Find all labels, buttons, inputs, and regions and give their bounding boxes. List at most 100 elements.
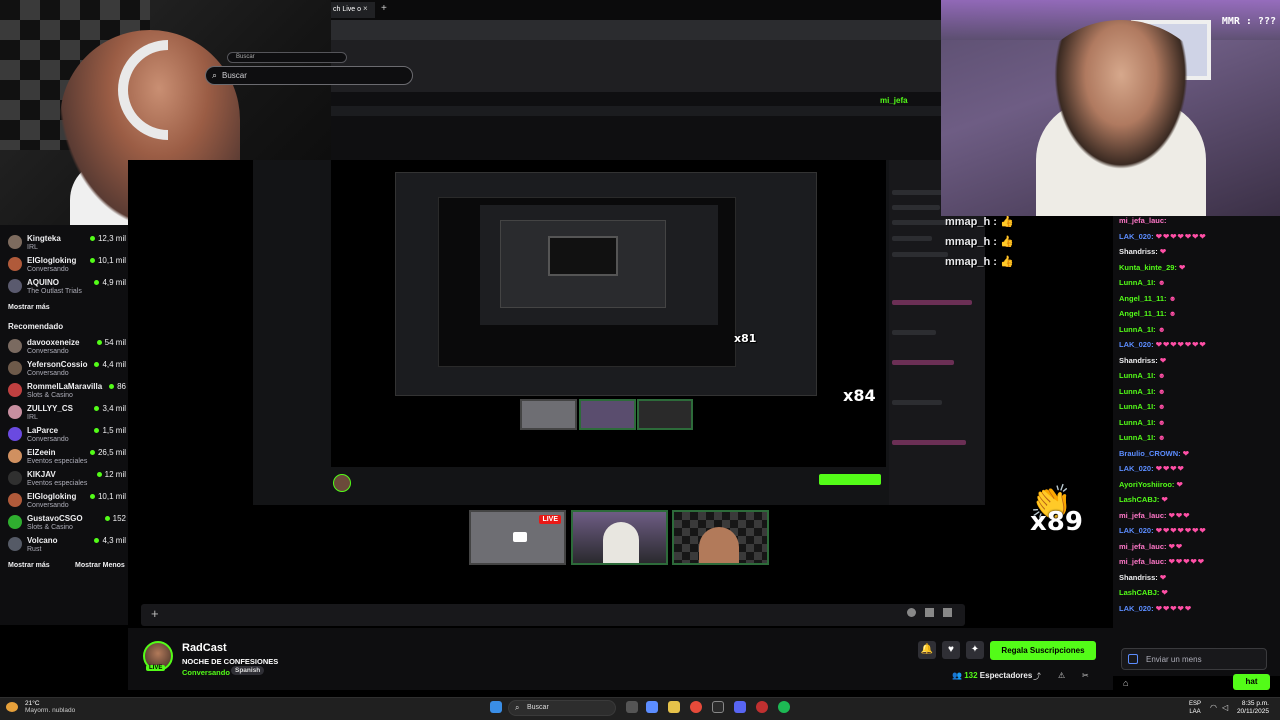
- sidebar-channel[interactable]: ElZeein Eventos especiales 26,5 mil: [8, 447, 126, 469]
- chat-username[interactable]: Angel_11_11:: [1119, 309, 1167, 318]
- sidebar-channel[interactable]: KIKJAV Eventos especiales 12 mil: [8, 469, 126, 491]
- chat-input[interactable]: Enviar un mens: [1121, 648, 1267, 670]
- channel-avatar: [8, 471, 22, 485]
- clock[interactable]: 8:35 p.m. 20/11/2025: [1237, 700, 1269, 716]
- image-icon[interactable]: [925, 608, 934, 617]
- copilot-icon[interactable]: [646, 701, 658, 713]
- chat-username[interactable]: AyoriYoshiiroo:: [1119, 480, 1174, 489]
- chat-username[interactable]: LunnA_1I:: [1119, 418, 1156, 427]
- chat-message: LunnA_1I: ☻: [1119, 418, 1167, 427]
- chat-emotes: ❤: [1182, 448, 1191, 458]
- chat-username[interactable]: mi_jefa_lauc:: [1119, 542, 1167, 551]
- monitor-icon: [513, 532, 527, 542]
- close-icon[interactable]: ×: [363, 4, 368, 13]
- thumbnail-screen[interactable]: LIVE: [469, 510, 566, 565]
- thumbnail-person: [603, 522, 639, 563]
- weather-widget[interactable]: 21°C Mayorm. nublado: [25, 700, 75, 714]
- chat-username[interactable]: LAK_020:: [1119, 526, 1154, 535]
- thumbnail-webcam-left[interactable]: [672, 510, 769, 565]
- emoji-icon[interactable]: [907, 608, 916, 617]
- browser-tab[interactable]: ch Live o: [331, 2, 375, 18]
- chat-message: LunnA_1I: ☻: [1119, 278, 1167, 287]
- chat-username[interactable]: LAK_020:: [1119, 604, 1154, 613]
- sidebar-channel[interactable]: YefersonCossio Conversando 4,4 mil: [8, 359, 126, 381]
- chat-username[interactable]: Shandriss:: [1119, 356, 1158, 365]
- chat-username[interactable]: LashCABJ:: [1119, 588, 1159, 597]
- chat-username[interactable]: LAK_020:: [1119, 340, 1154, 349]
- sidebar-channel[interactable]: ElGlogloking Conversando 10,1 mil: [8, 491, 126, 513]
- clip-icon[interactable]: ✂: [1082, 671, 1089, 680]
- thumbnail-webcam-right[interactable]: [571, 510, 668, 565]
- chrome-icon[interactable]: [690, 701, 702, 713]
- nested-overlay-user: mi_jefa: [880, 96, 908, 105]
- channel-viewers: 4,3 mil: [94, 536, 126, 545]
- sidebar-channel[interactable]: ZULLYY_CS IRL 3,4 mil: [8, 403, 126, 425]
- chat-send-button[interactable]: hat: [1233, 674, 1270, 690]
- chat-username[interactable]: LunnA_1I:: [1119, 387, 1156, 396]
- heart-icon[interactable]: ♥: [942, 641, 960, 659]
- chat-username[interactable]: LunnA_1I:: [1119, 402, 1156, 411]
- gift-icon[interactable]: ✦: [966, 641, 984, 659]
- chat-username[interactable]: Shandriss:: [1119, 247, 1158, 256]
- chat-username[interactable]: Shandriss:: [1119, 573, 1158, 582]
- chat-username[interactable]: LunnA_1I:: [1119, 278, 1156, 287]
- channel-category: Eventos especiales: [27, 458, 88, 465]
- new-tab-icon[interactable]: +: [381, 3, 387, 14]
- sidebar-channel[interactable]: AQUINO The Outlast Trials 4,9 mil: [8, 277, 126, 299]
- chat-username[interactable]: LunnA_1I:: [1119, 371, 1156, 380]
- footer-show-more[interactable]: Mostrar más: [8, 562, 50, 569]
- chat-username[interactable]: Braulio_CROWN:: [1119, 449, 1181, 458]
- sidebar-channel[interactable]: LaParce Conversando 1,5 mil: [8, 425, 126, 447]
- sidebar-channel[interactable]: GustavoCSGO Slots & Casino 152: [8, 513, 126, 535]
- file-explorer-icon[interactable]: [668, 701, 680, 713]
- discord-icon[interactable]: [734, 701, 746, 713]
- combo-count: x81: [734, 332, 757, 345]
- channel-name: ElGlogloking: [27, 492, 77, 501]
- streamer-name[interactable]: RadCast: [182, 642, 227, 654]
- channel-name: RommelLaMaravilla: [27, 382, 103, 391]
- obs-icon[interactable]: [756, 701, 768, 713]
- language-tag[interactable]: Spanish: [231, 666, 265, 675]
- emote-combo-mid: x84: [843, 386, 876, 405]
- sidebar-channel[interactable]: Volcano Rust 4,3 mil: [8, 535, 126, 557]
- channel-category: Slots & Casino: [27, 524, 73, 531]
- mmap-line: mmap_h : 👍: [945, 236, 1014, 248]
- chat-username[interactable]: Angel_11_11:: [1119, 294, 1167, 303]
- channel-name: YefersonCossio: [27, 360, 88, 369]
- sidebar-channel[interactable]: ElGlogloking Conversando 10,1 mil: [8, 255, 126, 277]
- chat-username[interactable]: LunnA_1I:: [1119, 325, 1156, 334]
- stream-category[interactable]: Conversando: [182, 668, 230, 677]
- sidebar-channel[interactable]: RommelLaMaravilla Slots & Casino 86: [8, 381, 126, 403]
- gift-subscriptions-button[interactable]: Regala Suscripciones: [990, 641, 1096, 660]
- volume-icon[interactable]: ◁: [1222, 703, 1228, 712]
- chat-username[interactable]: LAK_020:: [1119, 464, 1154, 473]
- chat-username[interactable]: Kunta_kinte_29:: [1119, 263, 1177, 272]
- report-icon[interactable]: ⚠: [1058, 671, 1065, 680]
- chat-username[interactable]: LashCABJ:: [1119, 495, 1159, 504]
- chat-username[interactable]: mi_jefa_lauc:: [1119, 216, 1167, 225]
- mmr-overlay: MMR : ???: [1221, 16, 1276, 27]
- share-icon[interactable]: ⤴: [1033, 671, 1041, 682]
- wifi-icon[interactable]: ◠: [1210, 703, 1217, 712]
- channel-avatar: [8, 537, 22, 551]
- spotify-icon[interactable]: [778, 701, 790, 713]
- input-language[interactable]: ESP LAA: [1189, 700, 1201, 716]
- task-view-icon[interactable]: [626, 701, 638, 713]
- plus-icon[interactable]: +: [151, 606, 159, 621]
- bell-icon[interactable]: 🔔: [918, 641, 936, 659]
- chat-username[interactable]: mi_jefa_lauc:: [1119, 511, 1167, 520]
- taskbar-search[interactable]: ⌕ Buscar: [508, 700, 616, 716]
- chat-username[interactable]: LAK_020:: [1119, 232, 1154, 241]
- x-icon[interactable]: [712, 701, 724, 713]
- show-more-link[interactable]: Mostrar más: [8, 304, 50, 311]
- chat-username[interactable]: LunnA_1I:: [1119, 433, 1156, 442]
- sidebar-channel[interactable]: davooxeneize Conversando 54 mil: [8, 337, 126, 359]
- footer-show-less[interactable]: Mostrar Menos: [75, 562, 125, 569]
- windows-start-icon[interactable]: [490, 701, 502, 713]
- emote-picker-icon[interactable]: [1128, 654, 1138, 664]
- sidebar-channel[interactable]: Kingteka IRL 12,3 mil: [8, 233, 126, 255]
- search-input[interactable]: ⌕ Buscar: [205, 66, 413, 85]
- chat-username[interactable]: mi_jefa_lauc:: [1119, 557, 1167, 566]
- grid-icon[interactable]: [943, 608, 952, 617]
- gift-icon[interactable]: ⌂: [1123, 678, 1128, 688]
